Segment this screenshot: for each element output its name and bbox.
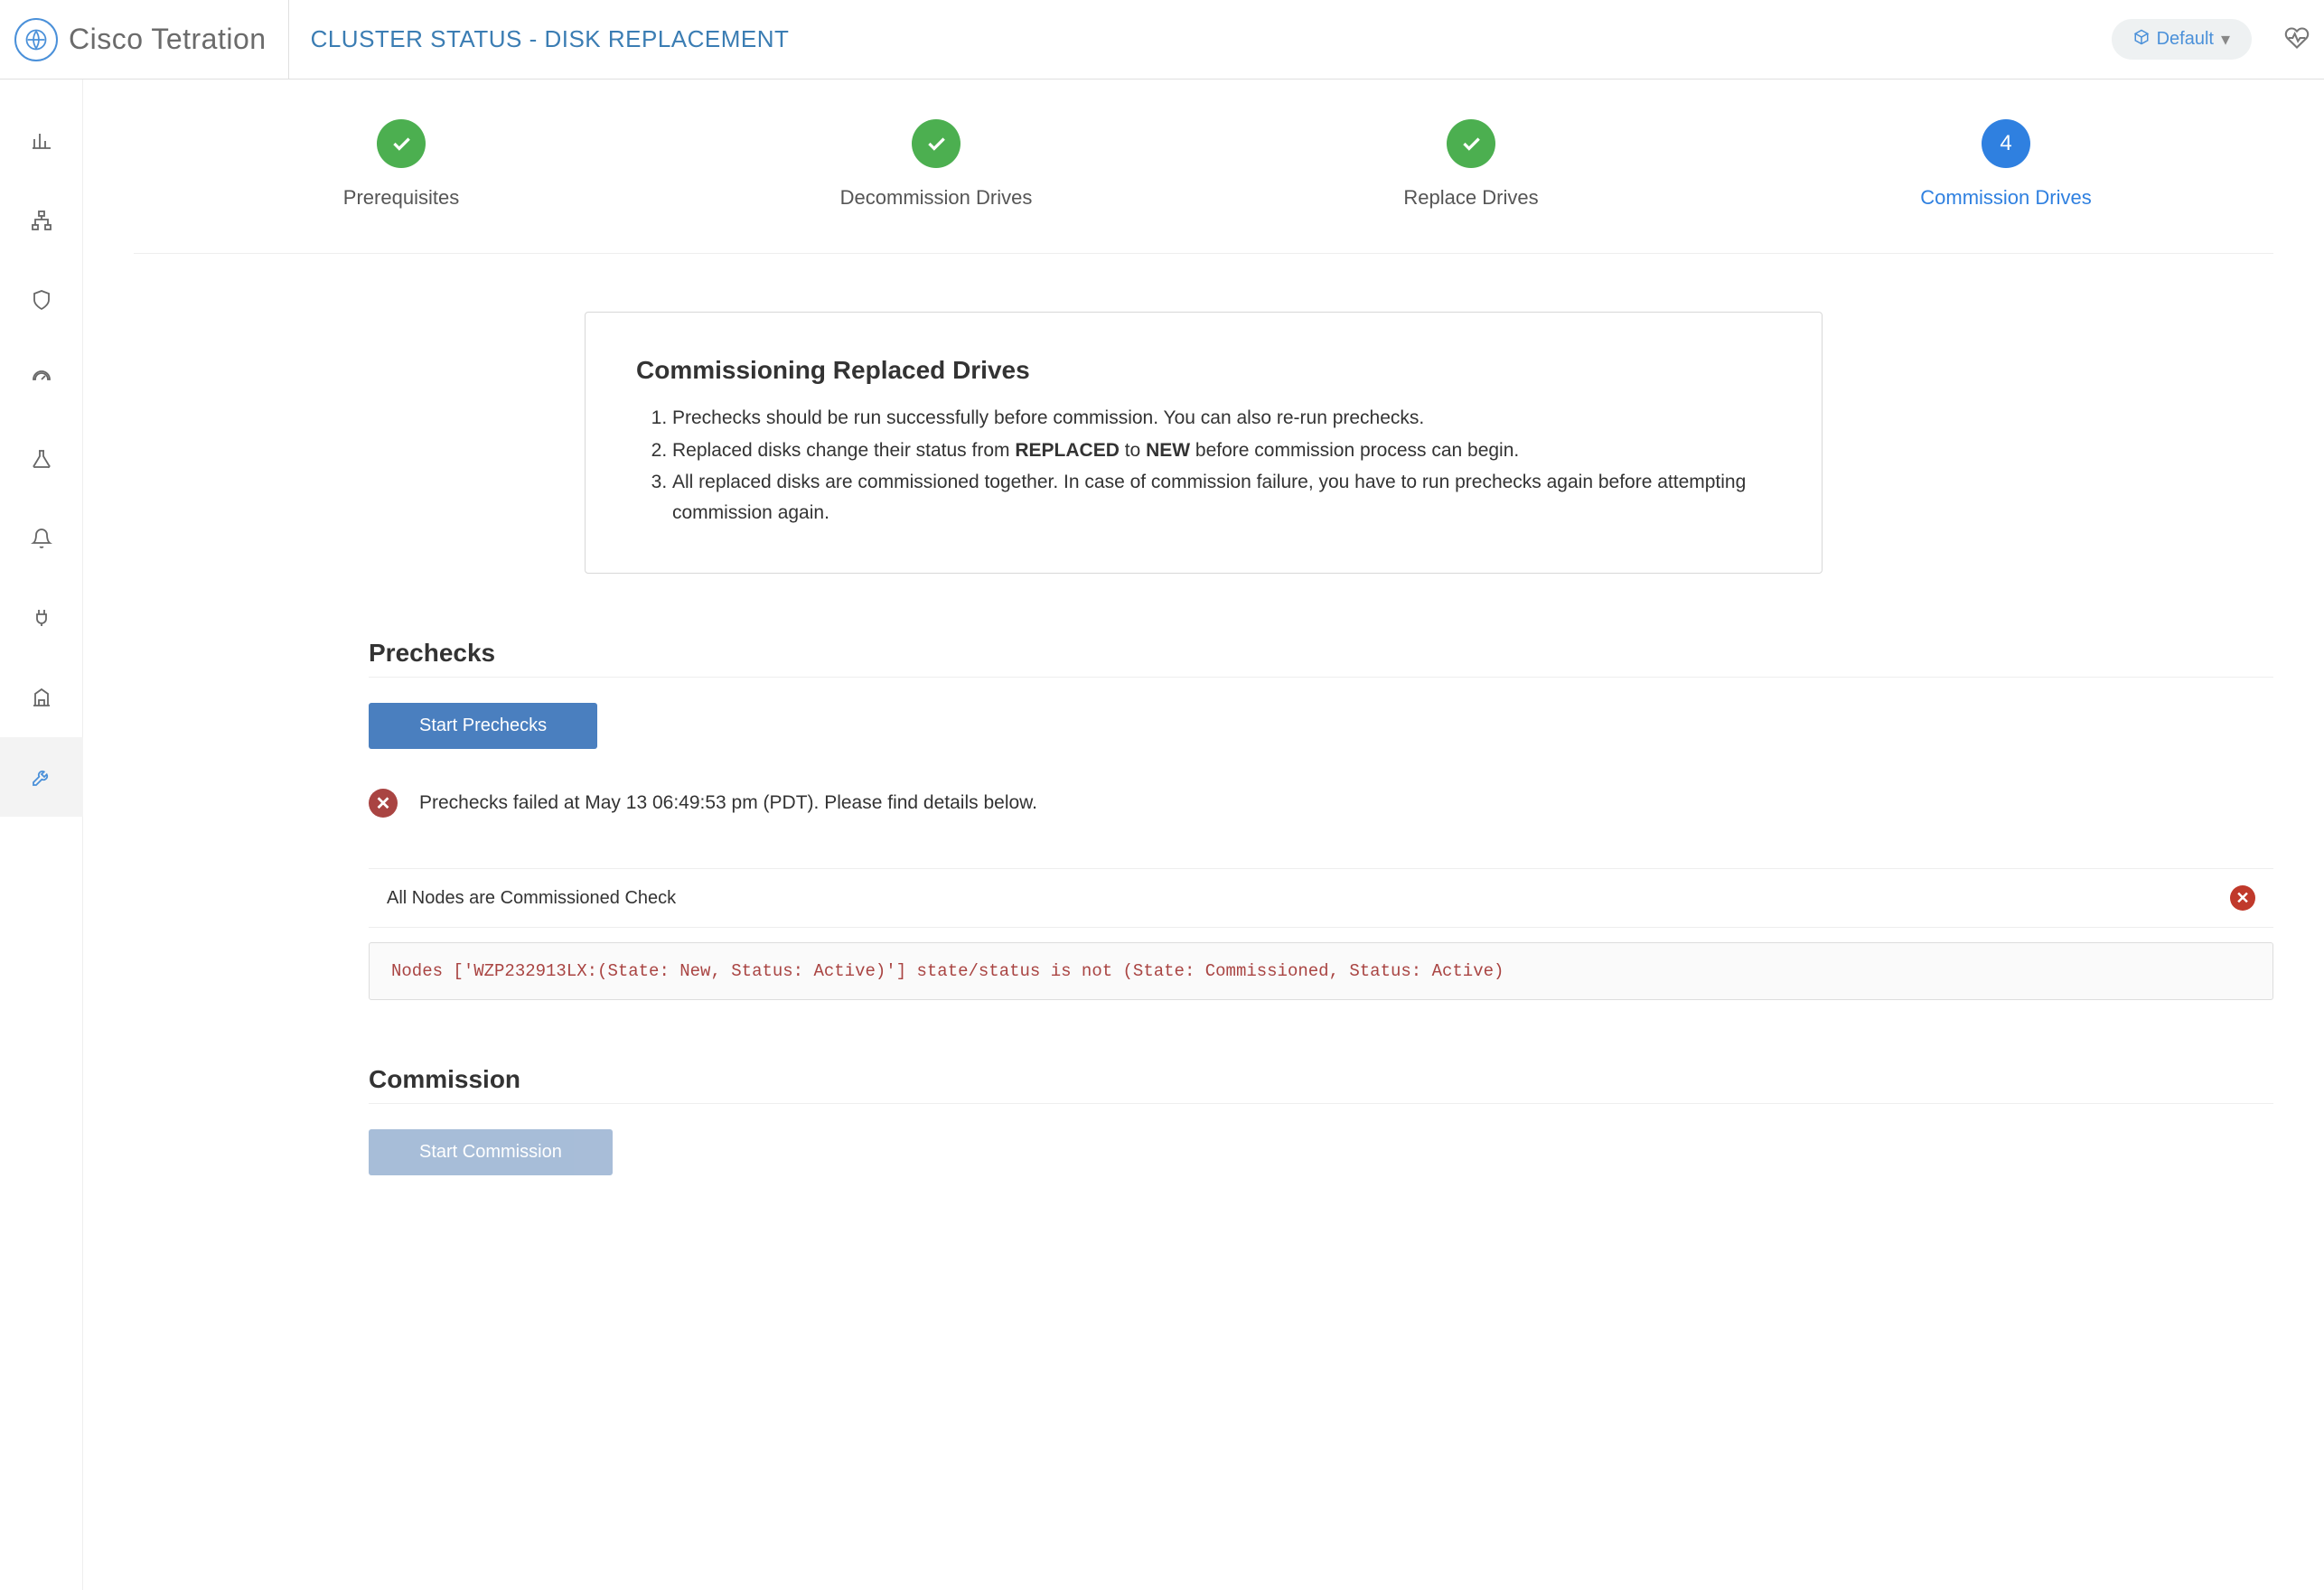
- step-label: Prerequisites: [343, 186, 459, 210]
- error-icon: ✕: [369, 789, 398, 818]
- tenant-label: Default: [2157, 29, 2214, 50]
- start-prechecks-button[interactable]: Start Prechecks: [369, 703, 597, 749]
- health-icon[interactable]: [2284, 25, 2310, 53]
- nav-topology[interactable]: [0, 181, 83, 260]
- tenant-selector[interactable]: Default ▾: [2112, 19, 2252, 60]
- nav-alerts[interactable]: [0, 499, 83, 578]
- left-nav: [0, 80, 83, 1590]
- precheck-error-detail: Nodes ['WZP232913LX:(State: New, Status:…: [369, 942, 2273, 1000]
- nav-connector[interactable]: [0, 578, 83, 658]
- step-label: Replace Drives: [1403, 186, 1538, 210]
- nav-shield[interactable]: [0, 260, 83, 340]
- nav-dashboard[interactable]: [0, 340, 83, 419]
- brand-logo-icon: [14, 18, 58, 61]
- start-commission-button[interactable]: Start Commission: [369, 1129, 613, 1175]
- step-label: Commission Drives: [1920, 186, 2091, 210]
- precheck-check-row[interactable]: All Nodes are Commissioned Check ✕: [369, 868, 2273, 928]
- precheck-failure-message: Prechecks failed at May 13 06:49:53 pm (…: [419, 792, 1037, 814]
- nav-maintenance[interactable]: [0, 737, 83, 817]
- info-panel: Commissioning Replaced Drives Prechecks …: [585, 312, 1823, 574]
- step-prerequisites[interactable]: Prerequisites: [134, 119, 669, 210]
- commission-heading: Commission: [369, 1065, 2273, 1104]
- check-icon: [1447, 119, 1495, 168]
- check-label: All Nodes are Commissioned Check: [387, 888, 676, 909]
- main-content: Prerequisites Decommission Drives Replac…: [83, 80, 2324, 1590]
- check-icon: [912, 119, 961, 168]
- step-number-badge: 4: [1982, 119, 2030, 168]
- info-heading: Commissioning Replaced Drives: [636, 356, 1771, 385]
- check-icon: [377, 119, 426, 168]
- nav-lab[interactable]: [0, 419, 83, 499]
- wizard-steps: Prerequisites Decommission Drives Replac…: [134, 90, 2273, 254]
- brand-block[interactable]: Cisco Tetration: [14, 0, 289, 80]
- cube-icon: [2133, 29, 2150, 51]
- topbar: Cisco Tetration CLUSTER STATUS - DISK RE…: [0, 0, 2324, 80]
- precheck-status: ✕ Prechecks failed at May 13 06:49:53 pm…: [369, 789, 2273, 818]
- nav-policy[interactable]: [0, 658, 83, 737]
- brand-text: Cisco Tetration: [69, 23, 267, 56]
- nav-analytics[interactable]: [0, 101, 83, 181]
- info-list: Prechecks should be run successfully bef…: [636, 403, 1771, 528]
- info-item: Prechecks should be run successfully bef…: [672, 403, 1771, 434]
- step-label: Decommission Drives: [840, 186, 1033, 210]
- step-decommission[interactable]: Decommission Drives: [669, 119, 1204, 210]
- page-title: CLUSTER STATUS - DISK REPLACEMENT: [311, 25, 790, 53]
- prechecks-section: Prechecks Start Prechecks ✕ Prechecks fa…: [134, 639, 2273, 1000]
- commission-section: Commission Start Commission: [134, 1065, 2273, 1175]
- prechecks-heading: Prechecks: [369, 639, 2273, 678]
- info-item: Replaced disks change their status from …: [672, 435, 1771, 466]
- info-item: All replaced disks are commissioned toge…: [672, 467, 1771, 528]
- error-icon: ✕: [2230, 885, 2255, 911]
- step-replace[interactable]: Replace Drives: [1204, 119, 1738, 210]
- chevron-down-icon: ▾: [2221, 28, 2230, 51]
- step-commission[interactable]: 4 Commission Drives: [1738, 119, 2273, 210]
